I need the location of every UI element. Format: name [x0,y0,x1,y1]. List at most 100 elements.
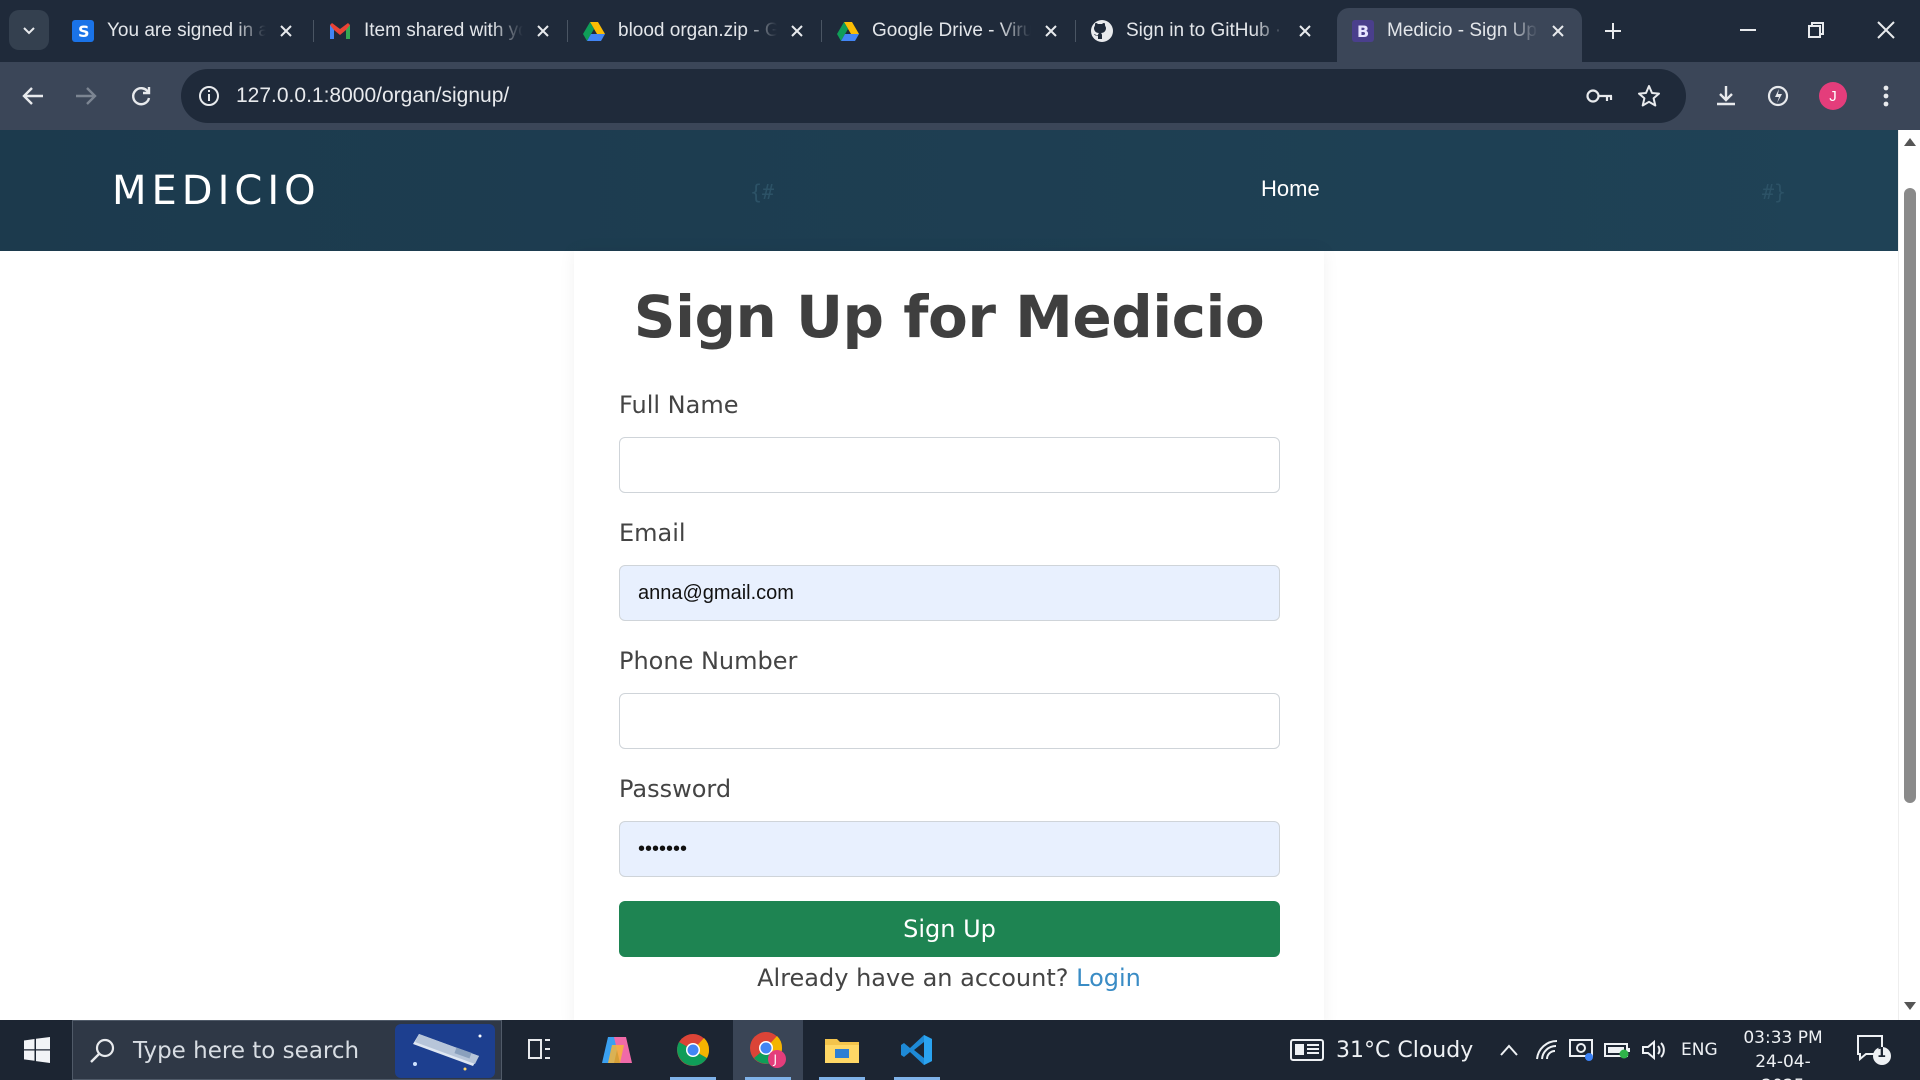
taskbar-chrome[interactable] [658,1020,728,1080]
scroll-up-arrow-icon[interactable] [1904,136,1916,148]
scroll-down-arrow-icon[interactable] [1904,1000,1916,1012]
network-tray-icon[interactable] [1533,1036,1561,1064]
page-scrollbar[interactable] [1898,130,1920,1020]
task-view-icon [528,1039,550,1059]
address-bar[interactable]: 127.0.0.1:8000/organ/signup/ [181,69,1686,123]
close-icon[interactable] [785,19,809,43]
search-icon [90,1038,115,1063]
google-drive-icon [582,19,606,43]
taskbar-clock[interactable]: 03:33 PM 24-04-2025 [1735,1026,1831,1080]
phone-field[interactable] [619,693,1280,749]
close-icon [1877,21,1895,39]
taskbar-search-box[interactable]: Type here to search [72,1020,502,1080]
tab-github[interactable]: Sign in to GitHub · GitHub [1076,8,1329,54]
scroll-thumb[interactable] [1904,188,1916,803]
start-button[interactable] [12,1030,62,1070]
tab-drive-zip[interactable]: blood organ.zip - Google Drive [568,8,821,54]
restore-icon [1808,22,1824,38]
monitor-sync-icon [1569,1039,1593,1061]
search-placeholder: Type here to search [133,1038,360,1064]
chevron-up-icon [1500,1044,1518,1056]
close-icon[interactable] [531,19,555,43]
battery-tray-icon[interactable] [1604,1036,1632,1064]
search-highlight-telescope-icon[interactable] [395,1024,495,1078]
vscode-icon [901,1035,932,1065]
reload-icon [132,87,151,106]
signup-button[interactable]: Sign Up [619,901,1280,957]
chrome-icon [677,1034,710,1066]
tab-title: You are signed in as [107,20,266,41]
show-hidden-icons-button[interactable] [1495,1036,1523,1064]
tab-title: Item shared with you [364,20,523,41]
task-view-button[interactable] [505,1020,575,1080]
full-name-field[interactable] [619,437,1280,493]
svg-text:B: B [1357,22,1369,41]
profile-button[interactable]: J [1813,76,1853,116]
tab-title: blood organ.zip - Google Drive [618,20,777,41]
weather-text: 31°C Cloudy [1336,1037,1474,1063]
browser-menu-button[interactable] [1866,76,1906,116]
template-comment-close: #} [1762,180,1787,204]
email-field[interactable] [619,565,1280,621]
page-viewport: MEDICIO {# Home #} Sign Up for Medicio F… [0,130,1898,1020]
performance-icon [1767,85,1789,107]
taskbar-file-explorer[interactable] [807,1020,877,1080]
close-icon[interactable] [1039,19,1063,43]
avatar: J [1819,82,1847,110]
tab-title: Medicio - Sign Up [1387,20,1537,41]
password-key-icon[interactable] [1584,80,1616,112]
volume-tray-icon[interactable] [1640,1036,1668,1064]
site-header: MEDICIO {# Home #} [0,130,1898,251]
full-name-label: Full Name [619,391,739,419]
tab-search-button[interactable] [9,10,49,50]
downloads-button[interactable] [1706,76,1746,116]
taskbar-copilot[interactable] [582,1020,652,1080]
clock-time: 03:33 PM [1743,1028,1823,1048]
nav-home-link[interactable]: Home [1261,176,1320,202]
svg-text:S: S [78,22,90,41]
google-drive-icon [836,19,860,43]
taskbar-vscode[interactable] [882,1020,952,1080]
star-bookmark-icon[interactable] [1633,80,1665,112]
template-comment-open: {# [750,180,775,204]
site-logo[interactable]: MEDICIO [112,168,321,214]
more-vertical-icon [1883,85,1889,107]
url-text[interactable]: 127.0.0.1:8000/organ/signup/ [236,69,509,123]
site-info-icon[interactable] [191,78,227,114]
notification-count: 1 [1877,1046,1887,1061]
input-language-indicator[interactable]: ENG [1681,1020,1718,1080]
signup-card: Sign Up for Medicio Full Name Email Phon… [574,251,1324,1020]
close-icon[interactable] [1293,19,1317,43]
page-title: Sign Up for Medicio [633,283,1265,351]
arrow-right-icon [76,87,97,105]
new-tab-button[interactable] [1596,14,1630,48]
minimize-button[interactable] [1718,8,1778,52]
gmail-icon [328,19,352,43]
back-button[interactable] [13,76,53,116]
forward-button[interactable] [66,76,106,116]
b-icon: B [1351,19,1375,43]
close-icon[interactable] [1546,19,1570,43]
tab-gmail[interactable]: Item shared with you [314,8,567,54]
tab-drive-virus[interactable]: Google Drive - Virus scan warning [822,8,1075,54]
reload-button[interactable] [121,76,161,116]
login-link[interactable]: Login [1076,964,1141,992]
restore-button[interactable] [1786,8,1846,52]
login-prompt-text: Already have an account? [757,964,1069,992]
close-window-button[interactable] [1856,8,1916,52]
password-label: Password [619,775,732,803]
tab-medicio-signup[interactable]: B Medicio - Sign Up [1337,8,1582,62]
close-icon[interactable] [274,19,298,43]
tab-title: Google Drive - Virus scan warning [872,20,1031,41]
display-tray-icon[interactable] [1568,1036,1596,1064]
weather-widget[interactable]: 31°C Cloudy [1290,1020,1473,1080]
taskbar-chrome-profile[interactable]: J [733,1020,803,1080]
password-field[interactable] [619,821,1280,877]
tab-signed-in[interactable]: S You are signed in as [57,8,310,54]
plus-icon [1605,23,1621,39]
wifi-icon [1536,1039,1558,1060]
svg-text:J: J [773,1053,778,1067]
performance-button[interactable] [1758,76,1798,116]
login-prompt: Already have an account? Login [574,964,1324,992]
notification-center-button[interactable]: 1 [1854,1032,1894,1068]
